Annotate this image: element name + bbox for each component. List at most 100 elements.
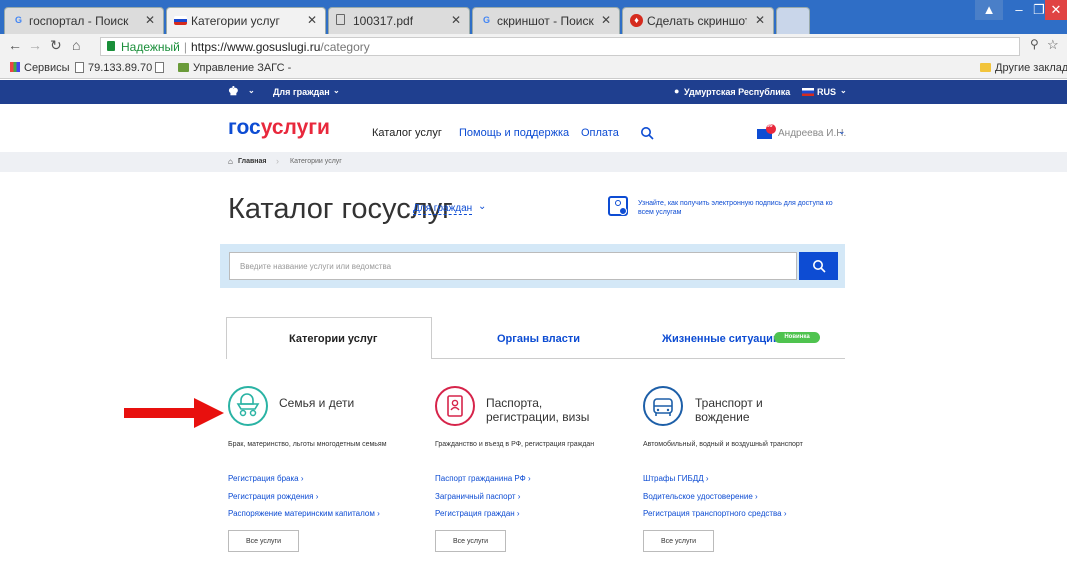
link-label: Паспорт гражданина РФ [435, 474, 526, 483]
link-label: Водительское удостоверение [643, 492, 753, 501]
lock-icon [107, 41, 115, 51]
nav-help[interactable]: Помощь и поддержка [459, 127, 569, 139]
bookmark-label: 79.133.89.70 [88, 62, 153, 74]
new-tab-button[interactable] [776, 7, 810, 34]
browser-tab-lightshot[interactable]: ♦ Сделать скриншот — Он ✕ [622, 7, 774, 34]
audience-switch[interactable]: Для граждан [273, 87, 330, 97]
search-button[interactable] [799, 252, 838, 280]
bookmark-label: Управление ЗАГС - [193, 62, 292, 74]
category-family-desc: Брак, материнство, льготы многодетным се… [228, 441, 387, 448]
passport-icon[interactable] [435, 386, 475, 426]
search-icon[interactable] [640, 126, 654, 140]
breadcrumb-home[interactable]: Главная [238, 158, 266, 165]
bookmarks-bar: Сервисы 79.133.89.70 Управление ЗАГС - Д… [0, 58, 1067, 79]
secure-label: Надежный [121, 40, 180, 54]
page-icon [155, 62, 164, 73]
search-input[interactable] [229, 252, 797, 280]
close-icon[interactable]: ✕ [601, 13, 611, 27]
browser-tab-google-search[interactable]: G госпортал - Поиск в Goo ✕ [4, 7, 164, 34]
tab-divider [432, 358, 845, 359]
link-marriage-registration[interactable]: Регистрация брака › [228, 474, 303, 483]
site-header: госуслуги Каталог услуг Помощь и поддерж… [0, 104, 1067, 152]
close-icon[interactable]: ✕ [307, 13, 317, 27]
search-icon [812, 260, 826, 273]
tab-title: скриншот - Поиск в Goo [497, 14, 597, 28]
title-line: Паспорта, [486, 396, 543, 410]
site-top-bar: ♚ ⌄ Для граждан ⌄ ● Удмуртская Республик… [0, 80, 1067, 104]
bookmark-other[interactable]: Другие закладки [980, 62, 1067, 74]
close-icon[interactable]: ✕ [451, 13, 461, 27]
chevron-down-icon[interactable]: ⌄ [333, 86, 340, 95]
link-traffic-fines[interactable]: Штрафы ГИБДД › [643, 474, 709, 483]
all-services-button[interactable]: Все услуги [228, 530, 299, 552]
region-select[interactable]: Удмуртская Республика [684, 87, 790, 97]
bookmark-apps[interactable]: Сервисы [10, 62, 70, 74]
bookmark-page[interactable] [155, 62, 168, 74]
reload-icon[interactable]: ↻ [50, 37, 62, 54]
stroller-icon[interactable] [228, 386, 268, 426]
e-signature-icon [608, 196, 628, 216]
chevron-down-icon[interactable]: ⌄ [248, 86, 255, 95]
title-line: Транспорт и [695, 396, 763, 410]
browser-tab-pdf[interactable]: 100317.pdf ✕ [328, 7, 470, 34]
location-pin-icon: ● [674, 86, 680, 96]
bookmark-ip[interactable]: 79.133.89.70 [75, 62, 152, 74]
notification-count: 99 [767, 123, 773, 129]
link-foreign-passport[interactable]: Заграничный паспорт › [435, 492, 520, 501]
chevron-down-icon[interactable]: ⌄ [840, 86, 847, 95]
browser-tab-categories[interactable]: Категории услуг ✕ [166, 7, 326, 34]
close-icon[interactable]: ✕ [755, 13, 765, 27]
category-transport-title[interactable]: Транспорт и вождение [695, 396, 763, 424]
tab-title: Сделать скриншот — Он [647, 14, 747, 28]
language-select[interactable]: RUS [817, 87, 836, 97]
all-services-button[interactable]: Все услуги [435, 530, 506, 552]
url-field[interactable]: Надежный | https://www.gosuslugi.ru/catego… [100, 37, 1020, 56]
star-icon[interactable]: ☆ [1047, 37, 1059, 53]
forward-arrow-icon[interactable]: → [28, 37, 42, 53]
gosuslugi-logo[interactable]: госуслуги [228, 116, 330, 140]
chevron-down-icon[interactable]: ⌄ [838, 126, 846, 137]
window-close-icon[interactable]: ✕ [1045, 0, 1067, 20]
category-passports-title[interactable]: Паспорта, регистрации, визы [486, 396, 589, 424]
link-label: Распоряжение материнским капиталом [228, 509, 375, 518]
home-icon: ⌂ [228, 157, 233, 166]
user-profile-icon[interactable]: ▲ [975, 0, 1003, 20]
tab-categories-label[interactable]: Категории услуг [289, 333, 377, 345]
link-birth-registration[interactable]: Регистрация рождения › [228, 492, 318, 501]
title-line: вождение [695, 410, 750, 424]
link-driver-license[interactable]: Водительское удостоверение › [643, 492, 758, 501]
bookmark-zags[interactable]: Управление ЗАГС - [178, 62, 291, 74]
link-citizen-registration[interactable]: Регистрация граждан › [435, 509, 520, 518]
chevron-down-icon[interactable]: ⌄ [478, 201, 486, 212]
link-label: Штрафы ГИБДД [643, 474, 704, 483]
category-family-title[interactable]: Семья и дети [279, 396, 354, 410]
audience-select[interactable]: Для граждан [413, 203, 473, 215]
link-label: Регистрация граждан [435, 509, 515, 518]
close-icon[interactable]: ✕ [145, 13, 155, 27]
zags-favicon-icon [178, 63, 189, 72]
breadcrumb-current: Категории услуг [290, 158, 342, 165]
tab-title: Категории услуг [191, 14, 280, 28]
back-arrow-icon[interactable]: ← [8, 37, 22, 53]
link-passport-rf[interactable]: Паспорт гражданина РФ › [435, 474, 531, 483]
home-icon[interactable]: ⌂ [72, 37, 80, 53]
zoom-icon[interactable]: ⚲ [1030, 37, 1039, 51]
folder-icon [980, 63, 991, 72]
tab-authorities[interactable]: Органы власти [497, 333, 580, 345]
flag-ru-icon [174, 16, 187, 25]
nav-catalog[interactable]: Каталог услуг [372, 127, 442, 139]
page-icon [75, 62, 84, 73]
all-services-button[interactable]: Все услуги [643, 530, 714, 552]
link-vehicle-registration[interactable]: Регистрация транспортного средства › [643, 509, 787, 518]
user-name[interactable]: Андреева И.Н. [778, 128, 846, 139]
coat-of-arms-icon: ♚ [228, 84, 239, 98]
link-maternity-capital[interactable]: Распоряжение материнским капиталом › [228, 509, 380, 518]
tab-life-situations[interactable]: Жизненные ситуации [662, 333, 780, 345]
car-icon[interactable] [643, 386, 683, 426]
breadcrumb-separator-icon: › [276, 156, 279, 166]
category-passports-desc: Гражданство и въезд в РФ, регистрация гр… [435, 441, 595, 448]
nav-payment[interactable]: Оплата [581, 127, 619, 139]
browser-tab-screenshot-search[interactable]: G скриншот - Поиск в Goo ✕ [472, 7, 620, 34]
e-signature-link[interactable]: Узнайте, как получить электронную подпис… [638, 199, 848, 217]
link-label: Регистрация рождения [228, 492, 314, 501]
